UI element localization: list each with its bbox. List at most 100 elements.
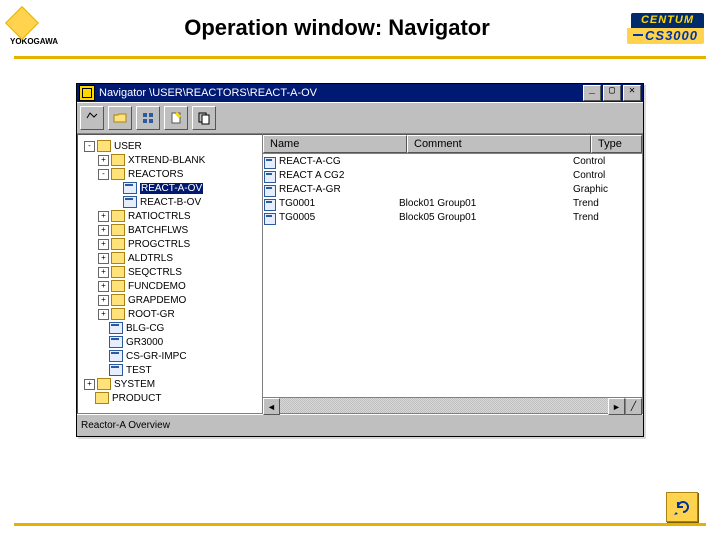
expand-toggle[interactable]: + xyxy=(98,309,109,320)
logo-bottom: CS3000 xyxy=(627,28,704,44)
expand-toggle[interactable]: + xyxy=(98,155,109,166)
tree-item[interactable]: -REACTORS xyxy=(80,167,260,181)
list-header: Name Comment Type xyxy=(263,135,642,154)
tree-item-label: TEST xyxy=(126,365,152,376)
cell-name: TG0005 xyxy=(277,212,395,226)
tree-item-label: GRAPDEMO xyxy=(128,295,186,306)
item-icon xyxy=(123,182,137,194)
cell-type: Control xyxy=(569,156,642,170)
tree-item[interactable]: + BATCHFLWS xyxy=(80,223,260,237)
cell-comment xyxy=(395,156,569,170)
status-bar: Reactor-A Overview xyxy=(77,414,643,436)
column-header-comment[interactable]: Comment xyxy=(407,135,591,153)
product-logo: CENTUM CS3000 xyxy=(584,13,720,44)
tree-item[interactable]: + XTREND-BLANK xyxy=(80,153,260,167)
expand-toggle[interactable]: + xyxy=(98,253,109,264)
item-icon xyxy=(123,196,137,208)
list-view-pane: Name Comment Type REACT-A-CGControlREACT… xyxy=(263,134,643,414)
toolbar-open-folder-button[interactable] xyxy=(108,106,132,130)
tree-item[interactable]: +FUNCDEMO xyxy=(80,279,260,293)
tree-item[interactable]: REACT-B-OV xyxy=(80,195,260,209)
folder-icon xyxy=(111,238,125,250)
toolbar-copy-button[interactable] xyxy=(192,106,216,130)
toolbar-new-item-button[interactable] xyxy=(164,106,188,130)
tree-item[interactable]: BLG-CG xyxy=(80,321,260,335)
scroll-left-button[interactable]: ◄ xyxy=(263,398,280,415)
close-button[interactable]: ✕ xyxy=(623,85,641,101)
expand-toggle[interactable]: + xyxy=(98,211,109,222)
folder-icon xyxy=(111,266,125,278)
horizontal-scrollbar[interactable]: ◄ ► ╱ xyxy=(263,397,642,413)
minimize-button[interactable]: _ xyxy=(583,85,601,101)
cell-comment: Block05 Group01 xyxy=(395,212,569,226)
cell-name: REACT-A-GR xyxy=(277,184,395,198)
tree-item[interactable]: +SEQCTRLS xyxy=(80,265,260,279)
list-row[interactable]: TG0005Block05 Group01Trend xyxy=(263,212,642,226)
expand-toggle[interactable]: + xyxy=(98,267,109,278)
cell-name: TG0001 xyxy=(277,198,395,212)
column-header-name[interactable]: Name xyxy=(263,135,407,153)
expand-toggle[interactable]: + xyxy=(98,225,109,236)
list-rows[interactable]: REACT-A-CGControlREACT A CG2ControlREACT… xyxy=(263,154,642,397)
tree-view-pane[interactable]: - USER + XTREND-BLANK-REACTORSREACT-A-OV REA… xyxy=(77,134,263,414)
tree-item-label: REACT-B-OV xyxy=(140,197,201,208)
column-header-type[interactable]: Type xyxy=(591,135,642,153)
expand-toggle[interactable]: + xyxy=(98,239,109,250)
tree-item[interactable]: +RATIOCTRLS xyxy=(80,209,260,223)
tree-item-label: XTREND-BLANK xyxy=(128,155,205,166)
logo-top: CENTUM xyxy=(631,13,704,28)
tree-item-label: BATCHFLWS xyxy=(128,225,188,236)
list-row[interactable]: REACT-A-CG Control xyxy=(263,156,642,170)
tree-item[interactable]: PRODUCT xyxy=(80,391,260,405)
tree-item[interactable]: TEST xyxy=(80,363,260,377)
tree-item-label: ROOT-GR xyxy=(128,309,175,320)
list-row[interactable]: TG0001Block01 Group01Trend xyxy=(263,198,642,212)
list-row[interactable]: REACT A CG2 Control xyxy=(263,170,642,184)
tree-item[interactable]: + ROOT-GR xyxy=(80,307,260,321)
tree-item-label: PRODUCT xyxy=(112,393,161,404)
title-bar[interactable]: Navigator \USER\REACTORS\REACT-A-OV _ ▢ … xyxy=(77,84,643,102)
tree-item[interactable]: REACT-A-OV xyxy=(80,181,260,195)
tree-item[interactable]: +PROGCTRLS xyxy=(80,237,260,251)
tree-item-label: GR3000 xyxy=(126,337,163,348)
slide-header: YOKOGAWA Operation window: Navigator CEN… xyxy=(0,0,720,56)
cell-name: REACT A CG2 xyxy=(277,170,395,184)
expand-toggle[interactable]: + xyxy=(98,281,109,292)
cell-type: Control xyxy=(569,170,642,184)
tree-item[interactable]: - USER xyxy=(80,139,260,153)
row-icon xyxy=(263,198,277,212)
resize-grip[interactable]: ╱ xyxy=(625,398,642,415)
cell-type: Trend xyxy=(569,212,642,226)
row-icon xyxy=(263,156,277,170)
tree-item[interactable]: + GRAPDEMO xyxy=(80,293,260,307)
expand-toggle[interactable]: + xyxy=(98,295,109,306)
tree-item-label: BLG-CG xyxy=(126,323,164,334)
tree-item[interactable]: GR3000 xyxy=(80,335,260,349)
item-icon xyxy=(109,336,123,348)
tree-item[interactable]: +SYSTEM xyxy=(80,377,260,391)
cell-name: REACT-A-CG xyxy=(277,156,395,170)
slide-footer xyxy=(0,523,720,526)
toolbar-view-button[interactable] xyxy=(136,106,160,130)
scroll-track[interactable] xyxy=(280,398,608,413)
list-row[interactable]: REACT-A-GRGraphic xyxy=(263,184,642,198)
item-icon xyxy=(109,322,123,334)
tree-item-label: USER xyxy=(114,141,142,152)
header-divider xyxy=(14,56,706,59)
toolbar xyxy=(77,102,643,134)
return-button[interactable] xyxy=(666,492,698,522)
folder-icon xyxy=(111,168,125,180)
tree-item[interactable]: +ALDTRLS xyxy=(80,251,260,265)
app-icon xyxy=(79,85,95,101)
folder-icon xyxy=(111,294,125,306)
toolbar-button-1[interactable] xyxy=(80,106,104,130)
scroll-right-button[interactable]: ► xyxy=(608,398,625,415)
folder-icon xyxy=(111,308,125,320)
expand-toggle[interactable]: - xyxy=(84,141,95,152)
tree-item[interactable]: CS-GR-IMPC xyxy=(80,349,260,363)
slide-title: Operation window: Navigator xyxy=(90,15,584,41)
expand-toggle[interactable]: + xyxy=(84,379,95,390)
expand-toggle[interactable]: - xyxy=(98,169,109,180)
folder-icon xyxy=(97,378,111,390)
maximize-button[interactable]: ▢ xyxy=(603,85,621,101)
